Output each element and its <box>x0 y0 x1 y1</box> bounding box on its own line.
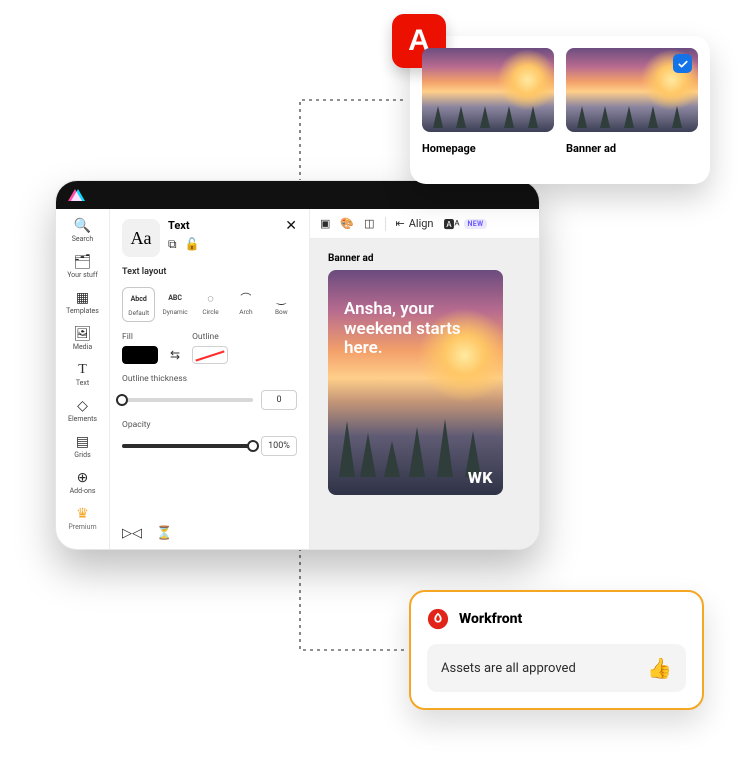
text-panel: Aa Text ✕ ⧉ 🔓 Text layout AbcdDefault AB… <box>110 209 310 549</box>
rail-add-ons[interactable]: ⊕Add-ons <box>56 467 109 499</box>
duplicate-icon[interactable]: ⧉ <box>168 237 177 252</box>
express-logo <box>68 189 82 201</box>
card-homepage-thumb <box>422 48 554 132</box>
layers-icon[interactable]: ◫ <box>364 217 374 230</box>
canvas-toolbar: ▣ 🎨 ◫ ⇤Align 🅰ᴬNEW <box>310 209 539 239</box>
premium-icon: ♛ <box>76 507 89 521</box>
outline-thickness-value[interactable]: 0 <box>261 390 297 410</box>
layout-bow[interactable]: ‿Bow <box>266 287 297 322</box>
outline-label: Outline <box>192 332 228 342</box>
timer-icon[interactable]: ⏳ <box>156 526 172 541</box>
flip-horizontal-button[interactable]: ▷◁ <box>122 526 142 541</box>
thumbs-up-icon: 👍 <box>647 656 672 680</box>
opacity-slider[interactable] <box>122 444 253 448</box>
rail-text[interactable]: TText <box>56 359 109 391</box>
media-icon: 🖼 <box>74 327 92 341</box>
text-icon: T <box>78 363 87 377</box>
layout-default[interactable]: AbcdDefault <box>122 287 155 322</box>
asset-cards: A Homepage Banner ad <box>410 36 710 184</box>
fill-swatch[interactable] <box>122 346 158 364</box>
search-icon: 🔍 <box>74 219 91 233</box>
rail-your-stuff[interactable]: 🗂Your stuff <box>56 251 109 283</box>
translate-icon: 🅰ᴬ <box>444 216 460 232</box>
rail-search[interactable]: 🔍Search <box>56 215 109 247</box>
artboard-headline[interactable]: Ansha, your weekend starts here. <box>344 300 483 359</box>
outline-swatch[interactable] <box>192 346 228 364</box>
card-homepage[interactable]: Homepage <box>422 48 554 172</box>
layout-arch[interactable]: ⌒Arch <box>230 287 261 322</box>
card-banner-ad-caption: Banner ad <box>566 142 698 155</box>
close-panel-button[interactable]: ✕ <box>285 219 297 233</box>
workfront-message: Assets are all approved <box>441 661 576 676</box>
workfront-message-box: Assets are all approved 👍 <box>427 644 686 692</box>
outline-thickness-label: Outline thickness <box>122 374 297 384</box>
card-banner-ad-thumb <box>566 48 698 132</box>
card-banner-ad[interactable]: Banner ad <box>566 48 698 172</box>
text-layout-label: Text layout <box>122 267 297 277</box>
artboard-brand: WK <box>468 468 493 487</box>
workfront-logo <box>427 608 449 630</box>
translate-button[interactable]: 🅰ᴬNEW <box>444 216 488 232</box>
text-panel-title: Text <box>168 219 190 232</box>
text-panel-icon: Aa <box>122 219 160 257</box>
palette-icon[interactable]: 🎨 <box>340 217 354 230</box>
canvas[interactable]: Banner ad Ansha, your weekend starts her… <box>310 239 539 549</box>
canvas-area: ▣ 🎨 ◫ ⇤Align 🅰ᴬNEW Banner ad Ansha, your… <box>310 209 539 549</box>
opacity-label: Opacity <box>122 420 297 430</box>
templates-icon: ▦ <box>76 291 89 305</box>
artboard-trees <box>328 407 503 477</box>
align-button[interactable]: ⇤Align <box>396 217 434 230</box>
add-ons-icon: ⊕ <box>77 471 89 485</box>
rail-premium[interactable]: ♛Premium <box>56 503 109 535</box>
workfront-toast: Workfront Assets are all approved 👍 <box>409 590 704 710</box>
text-layout-options: AbcdDefault ABCDynamic ◌Circle ⌒Arch ‿Bo… <box>122 287 297 322</box>
rail-templates[interactable]: ▦Templates <box>56 287 109 319</box>
crop-icon[interactable]: ▣ <box>320 217 330 230</box>
folder-icon: 🗂 <box>74 255 92 269</box>
grids-icon: ▤ <box>76 435 89 449</box>
artboard-label: Banner ad <box>328 253 539 264</box>
selected-check-icon <box>673 54 692 73</box>
rail-elements[interactable]: ◇Elements <box>56 395 109 427</box>
layout-dynamic[interactable]: ABCDynamic <box>159 287 190 322</box>
editor-titlebar <box>56 181 539 209</box>
workfront-title: Workfront <box>459 611 522 627</box>
left-rail: 🔍Search 🗂Your stuff ▦Templates 🖼Media TT… <box>56 209 110 549</box>
align-icon: ⇤ <box>396 217 405 230</box>
editor-window: 🔍Search 🗂Your stuff ▦Templates 🖼Media TT… <box>55 180 540 550</box>
fill-label: Fill <box>122 332 158 342</box>
opacity-value[interactable]: 100% <box>261 436 297 456</box>
card-homepage-caption: Homepage <box>422 142 554 155</box>
swap-fill-outline-button[interactable]: ⇆ <box>170 348 180 364</box>
rail-grids[interactable]: ▤Grids <box>56 431 109 463</box>
unlock-icon[interactable]: 🔓 <box>185 237 200 252</box>
outline-thickness-slider[interactable] <box>122 398 253 402</box>
artboard[interactable]: Ansha, your weekend starts here. WK <box>328 270 503 495</box>
layout-circle[interactable]: ◌Circle <box>195 287 226 322</box>
rail-media[interactable]: 🖼Media <box>56 323 109 355</box>
elements-icon: ◇ <box>77 399 88 413</box>
